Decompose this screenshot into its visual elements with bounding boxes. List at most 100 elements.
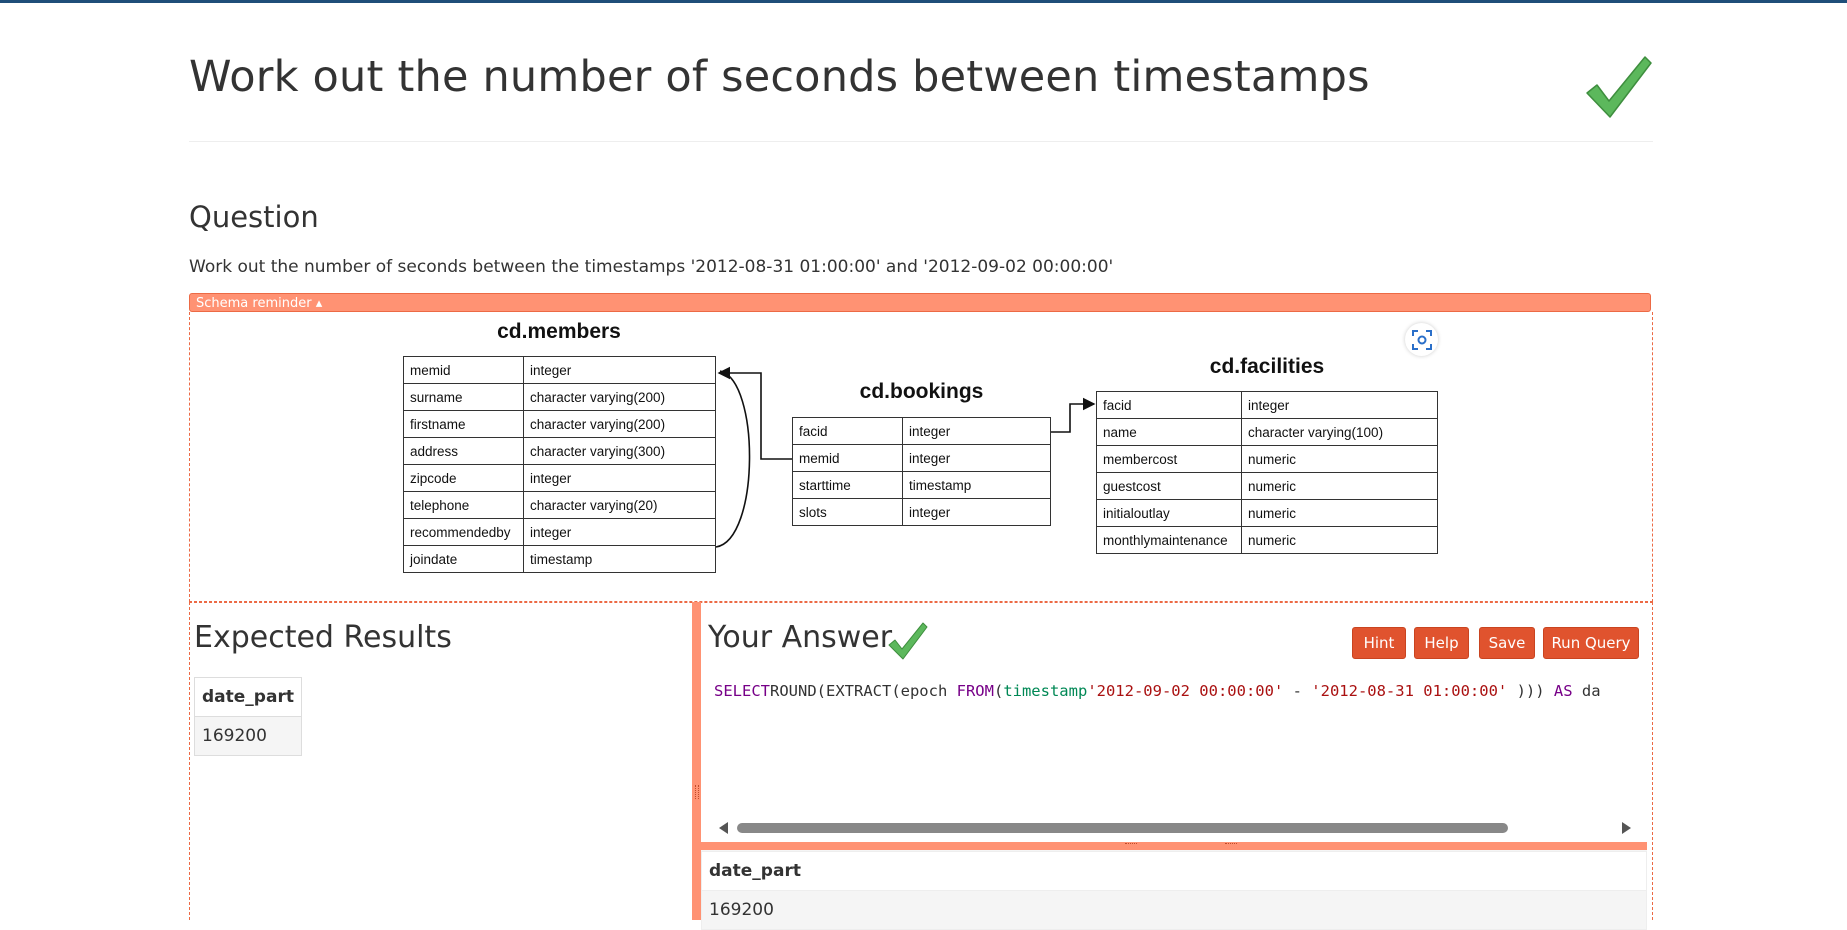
column-name: address <box>403 437 524 465</box>
column-type: numeric <box>1241 526 1438 554</box>
column-name: initialoutlay <box>1096 499 1242 527</box>
column-name: recommendedby <box>403 518 524 546</box>
bookings-table-title: cd.bookings <box>859 380 984 403</box>
column-type: numeric <box>1241 499 1438 527</box>
schema-row: guestcost numeric <box>1096 472 1438 500</box>
bookings-table: facid integer memid integer starttime timesta… <box>792 417 1051 526</box>
column-type: integer <box>523 356 716 384</box>
column-name: slots <box>792 498 903 526</box>
schema-row: membercost numeric <box>1096 445 1438 473</box>
members-table-title: cd.members <box>497 320 621 343</box>
column-type: integer <box>523 518 716 546</box>
column-type: integer <box>1241 391 1438 419</box>
panel-border-left <box>189 602 190 920</box>
code-token: FROM <box>956 682 994 700</box>
results-splitter[interactable] <box>701 842 1647 850</box>
column-name: memid <box>792 444 903 472</box>
sql-code-line[interactable]: SELECTROUND(EXTRACT(epoch FROM(timestamp… <box>714 682 1636 700</box>
code-token: '2012-09-02 00:00:00' <box>1087 682 1284 700</box>
column-name: facid <box>1096 391 1242 419</box>
schema-row: joindate timestamp <box>403 545 716 573</box>
splitter-grip[interactable] <box>695 785 699 799</box>
schema-row: firstname character varying(200) <box>403 410 716 438</box>
column-name: joindate <box>403 545 524 573</box>
top-border <box>0 0 1847 3</box>
checkmark-icon <box>1586 56 1652 118</box>
schema-row: address character varying(300) <box>403 437 716 465</box>
expected-value-cell: 169200 <box>194 716 302 756</box>
scroll-right-arrow-icon[interactable] <box>1622 822 1631 834</box>
code-token: '2012-08-31 01:00:00' <box>1311 682 1508 700</box>
column-type: character varying(100) <box>1241 418 1438 446</box>
expected-results-heading: Expected Results <box>194 620 452 655</box>
help-button[interactable]: Help <box>1414 627 1469 659</box>
column-name: membercost <box>1096 445 1242 473</box>
question-text: Work out the number of seconds between t… <box>189 257 1114 277</box>
column-type: character varying(200) <box>523 383 716 411</box>
scroll-left-arrow-icon[interactable] <box>719 822 728 834</box>
schema-row: memid integer <box>403 356 716 384</box>
column-name: starttime <box>792 471 903 499</box>
column-name: telephone <box>403 491 524 519</box>
column-type: numeric <box>1241 445 1438 473</box>
column-type: integer <box>902 498 1051 526</box>
code-token: SELECT <box>714 682 770 700</box>
column-type: character varying(300) <box>523 437 716 465</box>
query-results-table: date_part 169200 <box>701 851 1647 930</box>
schema-row: initialoutlay numeric <box>1096 499 1438 527</box>
column-type: integer <box>902 417 1051 445</box>
column-name: name <box>1096 418 1242 446</box>
schema-row: facid integer <box>1096 391 1438 419</box>
code-token: AS <box>1553 682 1573 700</box>
code-token: ROUND(EXTRACT(epoch <box>770 682 957 700</box>
question-heading: Question <box>189 200 319 234</box>
focus-zoom-icon[interactable] <box>1405 323 1438 356</box>
column-name: surname <box>403 383 524 411</box>
result-column-header: date_part <box>701 851 1647 891</box>
column-type: integer <box>902 444 1051 472</box>
column-type: integer <box>523 464 716 492</box>
facilities-table: facid integer name character varying(100) me… <box>1096 391 1438 554</box>
column-name: monthlymaintenance <box>1096 526 1242 554</box>
code-token: - <box>1283 682 1312 700</box>
column-name: zipcode <box>403 464 524 492</box>
column-type: numeric <box>1241 472 1438 500</box>
schema-row: telephone character varying(20) <box>403 491 716 519</box>
expected-column-header: date_part <box>194 677 302 717</box>
splitter-grip[interactable] <box>1125 843 1137 846</box>
schema-row: zipcode integer <box>403 464 716 492</box>
code-token: ))) <box>1507 682 1554 700</box>
page-title: Work out the number of seconds between t… <box>189 52 1370 102</box>
schema-row: recommendedby integer <box>403 518 716 546</box>
column-name: firstname <box>403 410 524 438</box>
schema-row: memid integer <box>792 444 1051 472</box>
column-name: memid <box>403 356 524 384</box>
schema-reminder-toggle[interactable]: Schema reminder ▴ <box>189 293 1651 312</box>
horizontal-scrollbar-thumb[interactable] <box>737 823 1508 833</box>
code-token: da <box>1572 682 1601 700</box>
column-name: facid <box>792 417 903 445</box>
panel-divider <box>189 602 1653 603</box>
result-value-cell: 169200 <box>701 890 1647 930</box>
schema-row: name character varying(100) <box>1096 418 1438 446</box>
checkmark-icon <box>888 622 928 660</box>
code-token: ( <box>993 682 1004 700</box>
run-query-button[interactable]: Run Query <box>1543 627 1639 659</box>
your-answer-heading: Your Answer <box>708 620 893 655</box>
splitter-grip[interactable] <box>1225 843 1237 846</box>
hint-button[interactable]: Hint <box>1352 627 1406 659</box>
schema-row: starttime timestamp <box>792 471 1051 499</box>
schema-row: surname character varying(200) <box>403 383 716 411</box>
column-name: guestcost <box>1096 472 1242 500</box>
vertical-splitter[interactable] <box>692 602 701 920</box>
column-type: timestamp <box>902 471 1051 499</box>
schema-row: monthlymaintenance numeric <box>1096 526 1438 554</box>
schema-row: facid integer <box>792 417 1051 445</box>
column-type: timestamp <box>523 545 716 573</box>
save-button[interactable]: Save <box>1479 627 1535 659</box>
title-divider <box>189 141 1653 142</box>
members-table: memid integer surname character varying(200… <box>403 356 716 573</box>
panel-border-right <box>1652 602 1653 920</box>
column-type: character varying(20) <box>523 491 716 519</box>
code-token: timestamp <box>1003 682 1088 700</box>
